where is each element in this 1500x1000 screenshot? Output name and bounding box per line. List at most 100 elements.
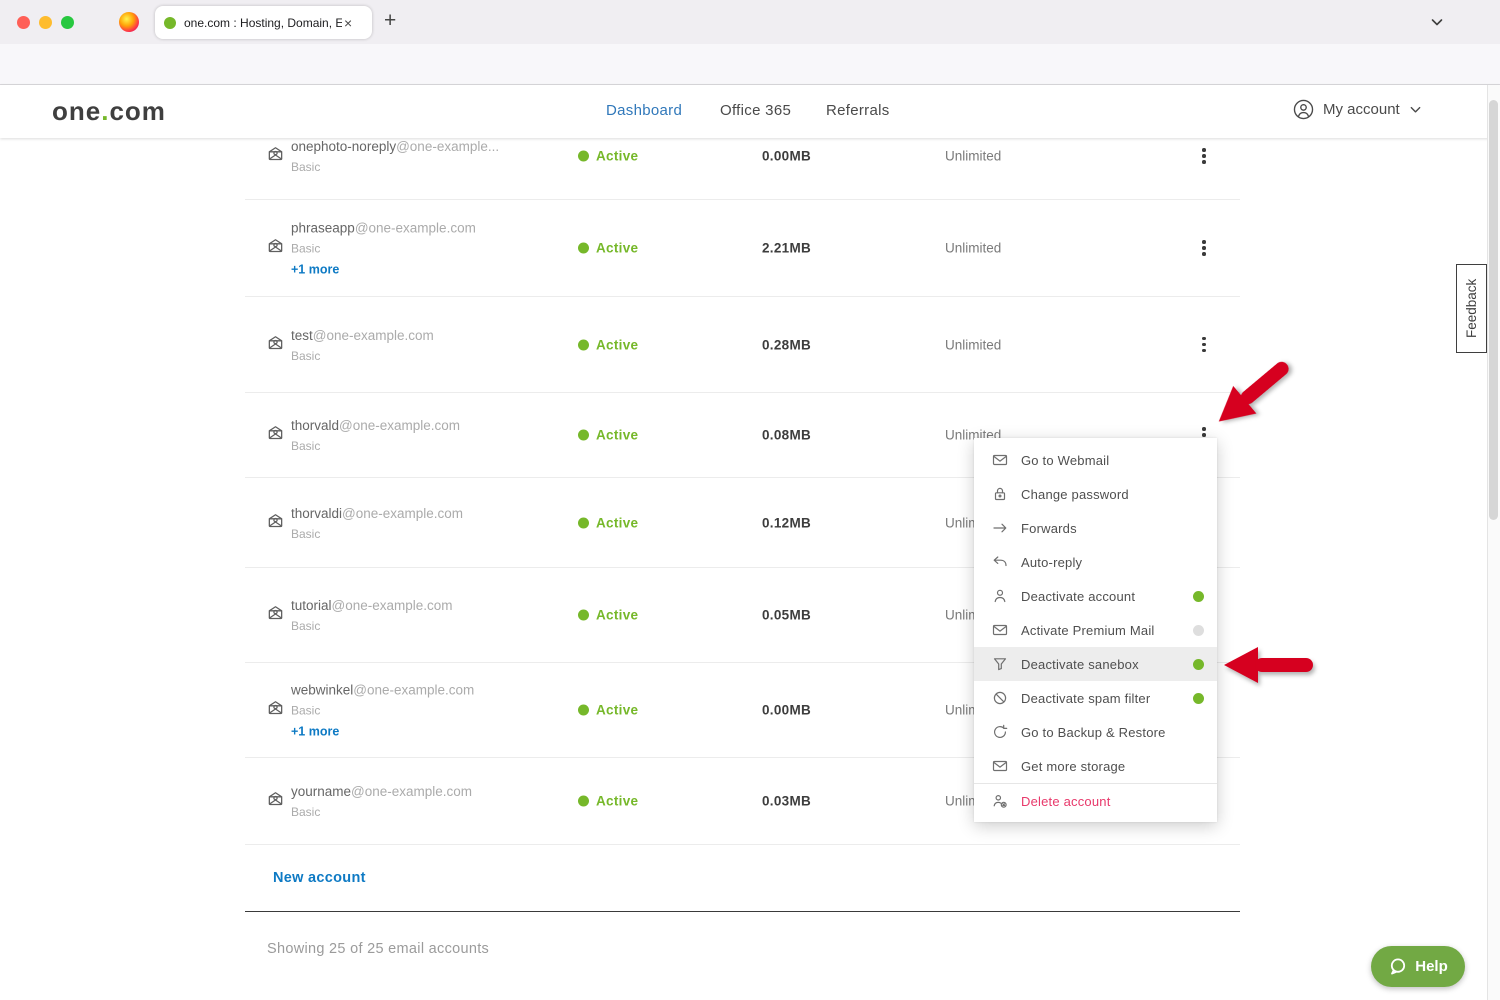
menu-item-backup-restore[interactable]: Go to Backup & Restore [974, 715, 1217, 749]
storage-limit: Unlimited [945, 241, 1001, 256]
more-aliases-link[interactable]: +1 more [291, 725, 474, 739]
status-dot [578, 705, 589, 716]
mail-account-icon [267, 145, 284, 167]
new-tab-button[interactable]: + [384, 9, 396, 33]
mail-account-icon [267, 790, 284, 812]
plan-label: Basic [291, 242, 476, 256]
window-zoom-button[interactable] [61, 16, 74, 29]
email-user: test [291, 328, 313, 343]
status-dot [578, 243, 589, 254]
backup-restore-icon [992, 724, 1008, 740]
storage-used: 0.00MB [762, 149, 811, 164]
webmail-envelope-icon [992, 452, 1008, 468]
site-favicon-icon [164, 17, 176, 29]
feature-status-dot [1193, 659, 1204, 670]
account-person-icon [1293, 99, 1314, 120]
status-dot [578, 796, 589, 807]
tab-list-chevron-icon[interactable] [1429, 14, 1445, 35]
table-row: test@one-example.comBasic Active 0.28MB … [245, 297, 1240, 393]
browser-tab-bar: one.com : Hosting, Domain, Ema × + [0, 0, 1500, 44]
email-user: onephoto-noreply [291, 139, 396, 154]
feature-status-dot [1193, 625, 1204, 636]
scrollbar-thumb[interactable] [1489, 100, 1498, 520]
storage-used: 2.21MB [762, 241, 811, 256]
storage-limit: Unlimited [945, 149, 1001, 164]
table-row: phraseapp@one-example.comBasic+1 more Ac… [245, 200, 1240, 297]
status-label: Active [596, 703, 638, 718]
nav-referrals[interactable]: Referrals [826, 102, 890, 119]
email-user: phraseapp [291, 221, 355, 236]
help-button[interactable]: Help [1371, 946, 1465, 987]
browser-toolbar: https://www.one.com/admin/mail/overview.… [0, 44, 1500, 85]
status-label: Active [596, 149, 638, 164]
menu-item-deactivate-sanebox[interactable]: Deactivate sanebox [974, 647, 1217, 681]
browser-tab[interactable]: one.com : Hosting, Domain, Ema × [155, 6, 372, 39]
status-dot [578, 517, 589, 528]
nav-office-365[interactable]: Office 365 [720, 102, 791, 119]
annotation-arrow-sanebox [1222, 645, 1318, 685]
menu-item-activate-premium-mail[interactable]: Activate Premium Mail [974, 613, 1217, 647]
window-minimize-button[interactable] [39, 16, 52, 29]
status-label: Active [596, 794, 638, 809]
my-account-label: My account [1323, 101, 1400, 118]
mail-account-icon [267, 424, 284, 446]
email-domain: @one-example.com [351, 784, 472, 799]
feature-status-dot [1193, 693, 1204, 704]
status-dot [578, 151, 589, 162]
tab-close-icon[interactable]: × [344, 15, 352, 31]
status-dot [578, 610, 589, 621]
delete-account-person-icon [992, 793, 1008, 809]
row-actions-kebab-icon[interactable] [1193, 235, 1215, 261]
plan-label: Basic [291, 704, 474, 718]
menu-item-deactivate-spam-filter[interactable]: Deactivate spam filter [974, 681, 1217, 715]
mail-account-icon [267, 237, 284, 259]
plan-label: Basic [291, 160, 499, 174]
nav-dashboard[interactable]: Dashboard [606, 102, 682, 119]
status-dot [578, 339, 589, 350]
email-domain: @one-example.com [353, 683, 474, 698]
site-header: one.com Dashboard Office 365 Referrals M… [0, 85, 1500, 138]
menu-item-delete-account[interactable]: Delete account [974, 784, 1217, 818]
email-user: thorvald [291, 418, 339, 433]
forwards-arrow-right-icon [992, 520, 1008, 536]
menu-item-forwards[interactable]: Forwards [974, 511, 1217, 545]
new-account-button[interactable]: New account [273, 870, 366, 886]
menu-item-get-more-storage[interactable]: Get more storage [974, 749, 1217, 783]
storage-used: 0.05MB [762, 608, 811, 623]
storage-limit: Unlimited [945, 337, 1001, 352]
password-lock-icon [992, 486, 1008, 502]
mail-account-icon [267, 334, 284, 356]
help-chat-bubble-icon [1388, 957, 1407, 976]
email-user: thorvaldi [291, 506, 342, 521]
menu-item-go-to-webmail[interactable]: Go to Webmail [974, 443, 1217, 477]
storage-used: 0.12MB [762, 515, 811, 530]
more-aliases-link[interactable]: +1 more [291, 263, 476, 277]
storage-used: 0.03MB [762, 794, 811, 809]
mail-account-icon [267, 604, 284, 626]
onecom-logo[interactable]: one.com [52, 96, 166, 127]
menu-item-deactivate-account[interactable]: Deactivate account [974, 579, 1217, 613]
scrollbar-track[interactable] [1487, 85, 1500, 1000]
row-actions-kebab-icon[interactable] [1193, 143, 1215, 169]
row-actions-kebab-icon[interactable] [1193, 332, 1215, 358]
status-label: Active [596, 337, 638, 352]
status-dot [578, 430, 589, 441]
status-label: Active [596, 515, 638, 530]
plan-label: Basic [291, 439, 460, 453]
feature-status-dot [1193, 591, 1204, 602]
plan-label: Basic [291, 619, 453, 633]
firefox-icon [119, 12, 139, 32]
storage-used: 0.28MB [762, 337, 811, 352]
window-close-button[interactable] [17, 16, 30, 29]
menu-item-change-password[interactable]: Change password [974, 477, 1217, 511]
menu-item-auto-reply[interactable]: Auto-reply [974, 545, 1217, 579]
person-icon [992, 588, 1008, 604]
plan-label: Basic [291, 805, 472, 819]
my-account-menu[interactable]: My account [1293, 99, 1422, 120]
email-domain: @one-example.com [332, 598, 453, 613]
account-chevron-down-icon [1409, 103, 1422, 116]
email-user: tutorial [291, 598, 332, 613]
accounts-summary: Showing 25 of 25 email accounts [267, 941, 489, 957]
tab-title: one.com : Hosting, Domain, Ema [184, 16, 342, 30]
feedback-tab[interactable]: Feedback [1456, 264, 1487, 353]
